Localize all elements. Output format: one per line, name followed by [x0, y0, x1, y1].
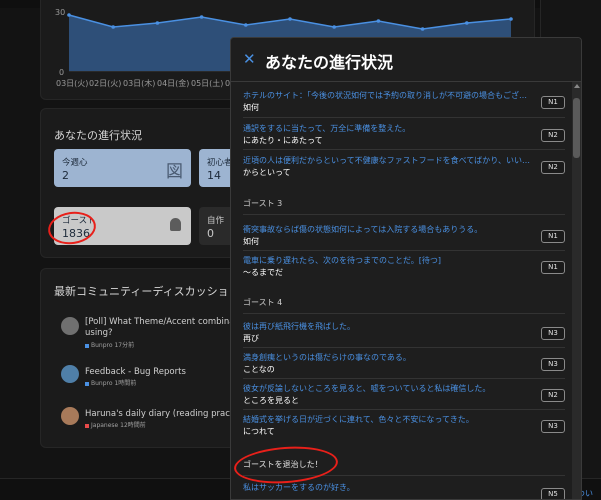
data-point[interactable]	[420, 27, 425, 31]
close-icon[interactable]: ✕	[243, 50, 256, 68]
scroll-thumb[interactable]	[573, 98, 580, 158]
x-tick-1: 02日(火)	[89, 79, 121, 88]
ghost-icon	[170, 218, 181, 231]
modal-title: あなたの進行状況	[265, 53, 394, 72]
data-point[interactable]	[67, 13, 71, 17]
category-dot	[85, 423, 89, 428]
tile-this-week[interactable]: 今週心 2 図	[54, 149, 191, 187]
progress-title: あなたの進行状況	[54, 129, 142, 142]
grammar-point: にあたり・にあたって	[243, 136, 323, 145]
data-point[interactable]	[155, 21, 160, 25]
kanji-icon: 図	[166, 162, 183, 182]
x-tick-3: 04日(金)	[157, 78, 189, 88]
divider	[243, 378, 565, 379]
post-meta: Japanese 12時間前	[85, 420, 146, 429]
avatar	[61, 407, 79, 425]
x-tick-2: 03日(木)	[123, 78, 155, 88]
category-dot	[85, 343, 89, 348]
x-tick-0: 03日(火)	[56, 79, 88, 88]
example-sentence[interactable]: ホテルのサイト：「今後の状況如何では予約の取り消しが不可避の場合もございます」	[243, 90, 533, 101]
grammar-point: 如何	[243, 237, 259, 246]
jlpt-level-badge: N1	[541, 96, 565, 109]
post-title-cont[interactable]: using?	[85, 328, 112, 338]
jlpt-level-badge: N3	[541, 420, 565, 433]
tile-label: 今週心	[62, 158, 88, 168]
jlpt-level-badge: N3	[541, 327, 565, 340]
divider	[243, 409, 565, 410]
data-point[interactable]	[199, 15, 204, 19]
example-sentence[interactable]: 彼女が反論しないところを見ると、嘘をついていると私は確信した。	[243, 383, 533, 394]
data-point[interactable]	[465, 21, 469, 25]
tile-label: 初心者	[207, 158, 233, 168]
avatar	[61, 317, 79, 335]
divider	[243, 214, 565, 215]
y-tick-zero: 0	[59, 68, 64, 77]
tile-value: 2	[62, 169, 69, 182]
ghost-group-label: ゴースト 3	[243, 199, 283, 208]
divider	[243, 313, 565, 314]
data-point[interactable]	[509, 17, 513, 21]
divider	[243, 347, 565, 348]
data-point[interactable]	[332, 25, 337, 29]
y-tick-top: 30	[55, 8, 65, 17]
data-point[interactable]	[111, 25, 115, 29]
grammar-point: 〜るまでだ	[243, 268, 283, 277]
divider	[243, 149, 565, 150]
jlpt-level-badge: N3	[541, 358, 565, 371]
example-sentence[interactable]: 通訳をするに当たって、万全に準備を整えた。	[243, 123, 533, 134]
x-tick-4: 05日(土)	[191, 78, 223, 88]
jlpt-level-badge: N1	[541, 261, 565, 274]
tile-value: 0	[207, 227, 214, 240]
post-time: 17分前	[114, 342, 135, 349]
post-category: Japanese	[91, 422, 119, 429]
jlpt-level-badge: N2	[541, 129, 565, 142]
post-time: 1時間前	[114, 380, 137, 387]
data-point[interactable]	[244, 23, 248, 27]
scroll-up-arrow-icon[interactable]	[574, 84, 580, 88]
post-category: Bunpro	[91, 380, 113, 387]
community-title: 最新コミュニティーディスカッション	[54, 285, 240, 298]
post-title[interactable]: Feedback - Bug Reports	[85, 367, 186, 377]
grammar-point: ところを見ると	[243, 396, 299, 405]
post-category: Bunpro	[91, 342, 113, 349]
jlpt-level-badge: N5	[541, 488, 565, 499]
modal-header: ✕ あなたの進行状況	[231, 38, 581, 82]
jlpt-level-badge: N2	[541, 389, 565, 402]
data-point[interactable]	[376, 19, 381, 23]
category-dot	[85, 381, 89, 386]
grammar-point: ことなの	[243, 365, 275, 374]
tile-label: 自作	[207, 216, 225, 226]
post-title[interactable]: Haruna's daily diary (reading practice)	[85, 409, 249, 419]
post-meta: Bunpro 1時間前	[85, 378, 136, 387]
ghost-group-label: ゴースト 4	[243, 298, 283, 307]
example-sentence[interactable]: 電車に乗り遅れたら、次のを待つまでのことだ。[待つ]	[243, 255, 533, 266]
example-sentence[interactable]: 満身創痍というのは傷だらけの事なのである。	[243, 352, 533, 363]
data-point[interactable]	[288, 17, 292, 21]
grammar-point: 如何	[243, 103, 259, 112]
example-sentence[interactable]: 近頃の人は便利だからといって不健康なファストフードを食べてばかり、いいことはない	[243, 155, 533, 166]
example-sentence[interactable]: 私はサッカーをするのが好き。	[243, 482, 533, 493]
avatar	[61, 365, 79, 383]
grammar-point: 再び	[243, 334, 259, 343]
progress-modal: ✕ あなたの進行状況 ホテルのサイト：「今後の状況如何では予約の取り消しが不可避…	[230, 37, 582, 500]
example-sentence[interactable]: 彼は再び紙飛行機を飛ばした。	[243, 321, 533, 332]
grammar-point: につれて	[243, 427, 275, 436]
tile-value: 14	[207, 169, 221, 182]
example-sentence[interactable]: 結婚式を挙げる日が近づくに連れて、色々と不安になってきた。	[243, 414, 533, 425]
post-time: 12時間前	[120, 422, 146, 429]
divider	[243, 250, 565, 251]
jlpt-level-badge: N1	[541, 230, 565, 243]
post-meta: Bunpro 17分前	[85, 340, 134, 349]
example-sentence[interactable]: 衝突事故ならば傷の状態如何によっては入院する場合もありうる。	[243, 224, 533, 235]
jlpt-level-badge: N2	[541, 161, 565, 174]
grammar-point: からといって	[243, 168, 291, 177]
divider	[243, 117, 565, 118]
